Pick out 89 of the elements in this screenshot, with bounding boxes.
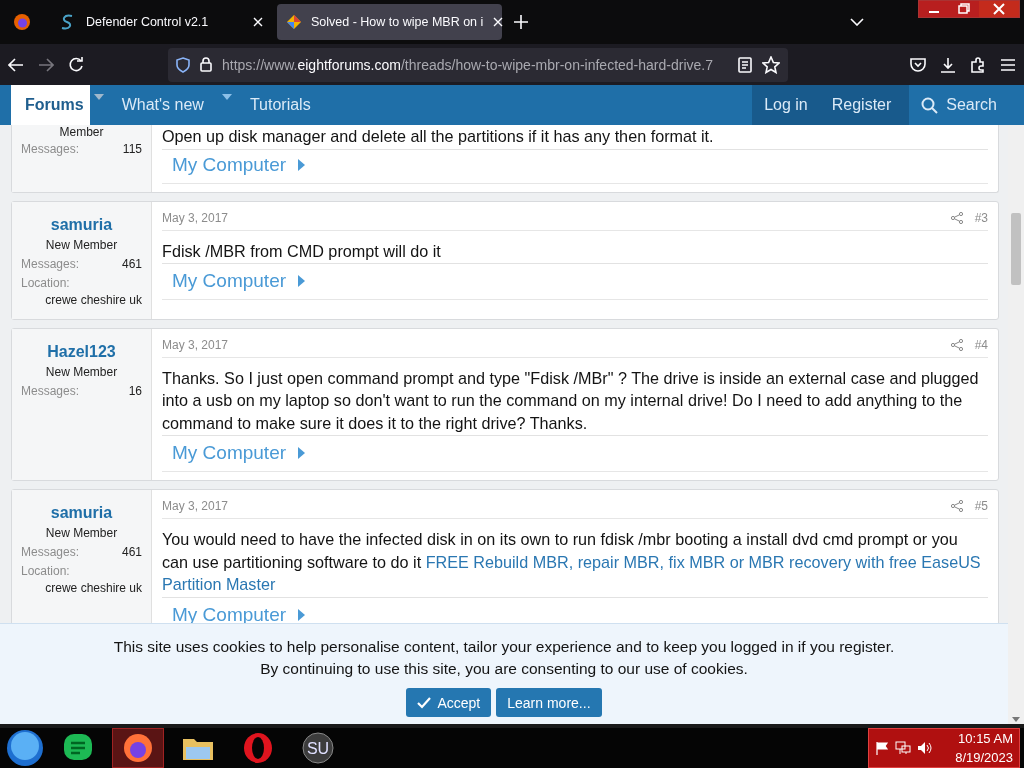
signature-link[interactable]: My Computer (172, 153, 287, 176)
firefox-icon[interactable] (13, 13, 31, 31)
caret-down-icon[interactable] (93, 94, 104, 100)
post-number-link[interactable]: #4 (974, 337, 988, 352)
clock[interactable]: 10:15 AM 8/19/2023 (955, 729, 1013, 767)
user-title: Member (58, 125, 105, 139)
stat-value: crewe cheshire uk (44, 581, 142, 595)
text-link[interactable]: Partition Master (162, 575, 276, 593)
signature-link[interactable]: My Computer (172, 270, 287, 292)
scroll-thumb[interactable] (1011, 213, 1021, 285)
post-number-link[interactable]: #3 (974, 210, 988, 225)
search-button[interactable]: Search (909, 85, 1009, 125)
caret-right-icon[interactable] (298, 608, 306, 621)
caret-right-icon[interactable] (298, 158, 306, 171)
menu-icon[interactable] (1000, 57, 1016, 72)
stat-label: Location: (21, 275, 70, 290)
post-number-link[interactable]: #5 (974, 499, 988, 513)
nav-tab[interactable]: Forums (11, 85, 90, 125)
username-link[interactable]: samuria (21, 504, 142, 522)
su-app-icon: SU (301, 731, 335, 765)
signature-link[interactable]: My Computer (172, 603, 287, 626)
colorful-diamond-icon (287, 15, 301, 29)
stat-value: 115 (122, 142, 142, 156)
browser-tab[interactable]: Solved - How to wipe MBR on i (277, 4, 502, 40)
browser-tab[interactable]: Defender Control v2.1 (48, 4, 273, 40)
taskbar-button[interactable] (112, 728, 164, 768)
url-text: https://www.eightforums.com/threads/how-to-wipe-mbr-on-infected-hard-drive.7 (222, 56, 714, 73)
user-title: New Member (44, 526, 119, 540)
search-icon (921, 96, 939, 114)
pocket-icon[interactable] (910, 56, 926, 73)
accept-button[interactable]: Accept (406, 688, 492, 717)
share-icon[interactable] (950, 338, 963, 351)
nav-link[interactable]: Log in (752, 85, 820, 125)
scroll-down-icon[interactable] (1012, 717, 1020, 722)
caret-down-icon[interactable] (221, 94, 232, 100)
nav-tab[interactable]: What's new (107, 85, 218, 125)
stat-value: 16 (128, 383, 142, 398)
nav-tab[interactable]: Tutorials (235, 85, 325, 125)
address-bar[interactable]: https://www.eightforums.com/threads/how-to-wipe-mbr-on-infected-hard-drive.7 (168, 47, 788, 82)
volume-icon[interactable] (917, 741, 933, 755)
stat-label: Messages: (21, 142, 80, 156)
signature-link[interactable]: My Computer (172, 442, 287, 464)
stat-label: Messages: (21, 383, 80, 398)
post-date: May 3, 2017 (162, 210, 229, 225)
stat-value: 461 (121, 545, 142, 559)
share-icon[interactable] (950, 211, 963, 224)
opera-icon (241, 731, 275, 765)
user-title: New Member (44, 237, 119, 252)
stat-label: Location: (21, 564, 70, 578)
start-orb-icon[interactable] (6, 729, 44, 767)
nav-link[interactable]: Register (819, 85, 904, 125)
stat-value: 461 (121, 256, 142, 271)
post-text: Open up disk manager and delete all the partitions if it has any then format it. (162, 125, 988, 150)
shield-icon[interactable] (176, 56, 190, 73)
puzzle-icon[interactable] (970, 56, 986, 73)
cookie-text: By continuing to use this site, you are consenting to our use of cookies. (259, 659, 749, 679)
close-icon[interactable] (253, 17, 263, 27)
star-icon[interactable] (762, 55, 780, 74)
username-link[interactable]: Hazel123 (21, 342, 142, 361)
post-date: May 3, 2017 (162, 337, 229, 352)
username-link[interactable]: samuria (21, 215, 142, 234)
text-link[interactable]: FREE Rebuild MBR, repair MBR, fix MBR or MBR recovery with free EaseUS (425, 552, 981, 571)
learn-more-button[interactable]: Learn more... (496, 688, 602, 717)
forward-arrow-icon (38, 57, 54, 72)
chevron-down-icon[interactable] (850, 18, 864, 26)
lock-icon[interactable] (200, 57, 212, 72)
post-text: Fdisk /MBR from CMD prompt will do it (162, 230, 988, 264)
post-text: You would need to have the infected disk in on its own to run fdisk /mbr booting a install dvd cmd prompt or you can use partitioning software to do it FREE Rebuild MBR, repair MBR, fix MBR or MBR recovery with free EaseUS Partition Master (162, 519, 988, 598)
checkmark-icon (417, 696, 432, 709)
post-text: Thanks. So I just open command prompt and type "Fdisk /MBr" ? The drive is inside an external case and plugged into a usb on my laptop so don't want to run the command on my internal drive! Do I need to add anything to the command to make sure it does it to the right drive? Thanks. (162, 357, 988, 436)
download-icon[interactable] (940, 56, 956, 73)
reader-view-icon[interactable] (738, 56, 752, 73)
new-tab-icon[interactable] (514, 15, 528, 29)
network-icon[interactable] (895, 741, 911, 755)
flag-icon[interactable] (875, 741, 889, 755)
reload-icon[interactable] (68, 56, 84, 73)
caret-right-icon[interactable] (298, 275, 306, 287)
share-icon[interactable] (950, 500, 963, 512)
caret-right-icon[interactable] (298, 447, 306, 459)
close-icon[interactable] (493, 17, 504, 27)
stat-label: Messages: (21, 545, 80, 559)
stat-value: crewe cheshire uk (44, 292, 142, 307)
back-arrow-icon[interactable] (8, 57, 24, 72)
taskbar-button[interactable]: SU (292, 728, 344, 768)
cookie-text: This site uses cookies to help personalise content, tailor your experience and to keep you logged in if you register. (112, 637, 896, 657)
firefox-icon (121, 731, 155, 765)
stat-label: Messages: (21, 256, 80, 271)
post-date: May 3, 2017 (162, 499, 229, 513)
user-title: New Member (44, 364, 119, 379)
